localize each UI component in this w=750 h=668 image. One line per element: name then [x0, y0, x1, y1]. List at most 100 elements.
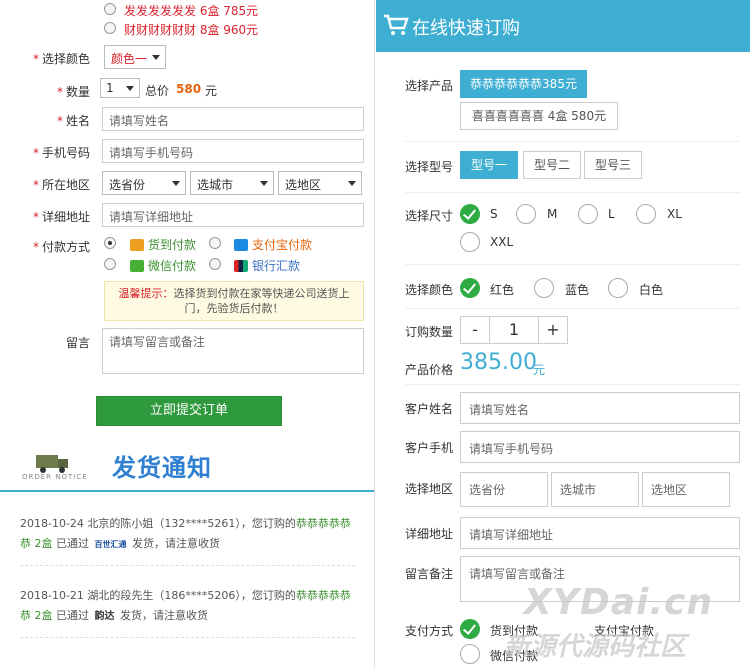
quantity-select[interactable]: 1 [100, 78, 140, 98]
size-option-m[interactable]: M [547, 207, 557, 221]
color-radio-blue[interactable] [534, 278, 554, 298]
color-option-blue[interactable]: 蓝色 [565, 281, 589, 298]
carrier-logo-yunda: 韵达 [94, 611, 115, 622]
notice-divider [0, 490, 374, 492]
address-label: * 详细地址 [32, 210, 90, 224]
notice-separator [20, 565, 355, 566]
product-radio-2[interactable] [104, 22, 116, 34]
message-label: 留言备注 [405, 567, 454, 581]
product-radio-1[interactable] [104, 3, 116, 15]
product-option-2[interactable]: 喜喜喜喜喜喜 4盒 580元 [460, 102, 618, 130]
province-select[interactable]: 选省份 [102, 171, 186, 195]
product-option-label-2: 财财财财财财 8盒 960元 [124, 23, 259, 37]
total-label: 总价 [145, 84, 170, 98]
price-label: 产品价格 [405, 363, 454, 377]
header-title: 在线快速订购 [412, 18, 520, 39]
color-label: * 选择颜色 [32, 52, 90, 66]
district-select[interactable]: 选地区 [642, 472, 730, 507]
truck-icon [36, 452, 70, 474]
pay-bank-radio[interactable] [209, 258, 221, 270]
carrier-logo-best: 百世汇通 [94, 540, 127, 549]
size-option-l[interactable]: L [608, 207, 615, 221]
size-check-icon[interactable] [460, 204, 480, 224]
order-notice-small: ORDER NOTICE [22, 473, 88, 481]
notice-item: 2018-10-24 北京的陈小姐（132****5261），您订购的恭恭恭恭恭… [20, 514, 360, 555]
city-select[interactable]: 选城市 [551, 472, 639, 507]
pay-cod-radio[interactable] [104, 237, 116, 249]
left-order-form: 发发发发发发 6盒 785元 财财财财财财 8盒 960元 * 选择颜色 颜色一 … [0, 0, 375, 668]
pay-alipay-radio[interactable] [209, 237, 221, 249]
truck-icon [130, 239, 144, 251]
model-option-2[interactable]: 型号二 [523, 151, 581, 179]
size-option-s[interactable]: S [490, 207, 498, 221]
size-radio-xl[interactable] [636, 204, 656, 224]
model-option-1[interactable]: 型号一 [460, 151, 518, 179]
wechat-icon [130, 260, 144, 272]
price-unit: 元 [533, 363, 546, 377]
phone-label: * 手机号码 [32, 146, 90, 160]
watermark-subtext: 新源代源码社区 [504, 632, 687, 662]
pay-wechat-option[interactable]: 微信付款 [130, 257, 196, 274]
size-radio-m[interactable] [516, 204, 536, 224]
pay-cod-option[interactable]: 货到付款 [130, 236, 196, 253]
message-textarea[interactable]: 请填写留言或备注 [102, 328, 364, 374]
pay-radio-other[interactable] [460, 644, 480, 664]
color-check-icon[interactable] [460, 278, 480, 298]
row-separator [405, 384, 740, 385]
watermark-text: XYDai.cn [524, 582, 713, 623]
pay-check-icon[interactable] [460, 619, 480, 639]
color-option-white[interactable]: 白色 [639, 281, 663, 298]
city-select[interactable]: 选城市 [190, 171, 274, 195]
right-quick-order: 在线快速订购 选择产品 恭恭恭恭恭恭385元 喜喜喜喜喜喜 4盒 580元 选择… [376, 0, 750, 668]
address-label: 详细地址 [405, 527, 454, 541]
pay-label: 支付方式 [405, 624, 454, 638]
row-separator [405, 192, 740, 193]
cart-icon [384, 14, 409, 35]
province-select[interactable]: 选省份 [460, 472, 548, 507]
qty-input[interactable]: 1 [489, 316, 539, 344]
color-label: 选择颜色 [405, 283, 454, 297]
pay-alipay-option[interactable]: 支付宝付款 [234, 236, 312, 253]
customer-name-label: 客户姓名 [405, 402, 454, 416]
submit-order-button[interactable]: 立即提交订单 [96, 396, 282, 426]
qty-minus-button[interactable]: - [460, 316, 490, 344]
color-radio-white[interactable] [608, 278, 628, 298]
color-select[interactable]: 颜色一 [104, 45, 166, 69]
notice-item: 2018-10-21 湖北的段先生（186****5206），您订购的恭恭恭恭恭… [20, 586, 360, 627]
warm-tip: 温馨提示：选择货到付款在家等快递公司送货上门，先验货后付款！ [104, 281, 364, 321]
size-radio-xxl[interactable] [460, 232, 480, 252]
notice-separator [20, 637, 355, 638]
message-label: 留言 [65, 336, 90, 350]
color-option-red[interactable]: 红色 [490, 281, 514, 298]
phone-input[interactable]: 请填写手机号码 [102, 139, 364, 163]
size-option-xl[interactable]: XL [667, 207, 682, 221]
model-option-3[interactable]: 型号三 [584, 151, 642, 179]
address-input[interactable]: 请填写详细地址 [102, 203, 364, 227]
district-select[interactable]: 选地区 [278, 171, 362, 195]
quantity-label: * 数量 [56, 85, 90, 99]
total-unit: 元 [205, 84, 218, 98]
pay-wechat-radio[interactable] [104, 258, 116, 270]
product-option-label-1: 发发发发发发 6盒 785元 [124, 4, 259, 18]
pay-bank-option[interactable]: 银行汇款 [234, 257, 300, 274]
total-value: 580 [176, 82, 202, 96]
model-label: 选择型号 [405, 160, 454, 174]
size-option-xxl[interactable]: XXL [490, 235, 513, 249]
customer-name-input[interactable]: 请填写姓名 [460, 392, 740, 424]
product-label: 选择产品 [405, 79, 454, 93]
payment-label: * 付款方式 [32, 240, 90, 254]
qty-plus-button[interactable]: + [538, 316, 568, 344]
customer-phone-input[interactable]: 请填写手机号码 [460, 431, 740, 463]
name-input[interactable]: 请填写姓名 [102, 107, 364, 131]
product-option-1[interactable]: 恭恭恭恭恭恭385元 [460, 70, 587, 98]
row-separator [405, 308, 740, 309]
row-separator [405, 264, 740, 265]
size-radio-l[interactable] [578, 204, 598, 224]
delivery-notice-title: 发货通知 [112, 454, 212, 482]
price-value: 385.00 [460, 350, 537, 375]
unionpay-icon [234, 260, 248, 272]
region-label: * 所在地区 [32, 178, 90, 192]
alipay-icon [234, 239, 248, 251]
address-input[interactable]: 请填写详细地址 [460, 517, 740, 549]
row-separator [405, 141, 740, 142]
